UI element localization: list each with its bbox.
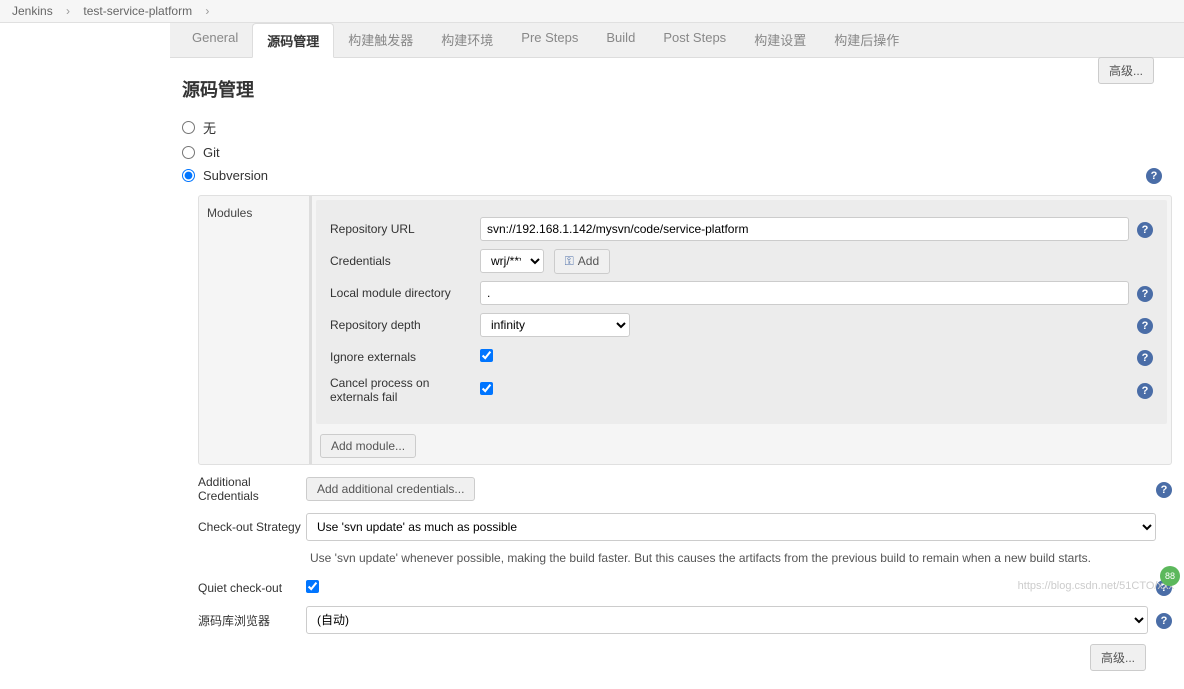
tab-build-settings[interactable]: 构建设置	[740, 23, 820, 57]
tab-pre-steps[interactable]: Pre Steps	[507, 23, 592, 57]
advanced-button-top[interactable]: 高级...	[1098, 57, 1154, 84]
credentials-label: Credentials	[330, 254, 480, 268]
modules-section: Modules Repository URL ? Credentials wrj…	[198, 195, 1172, 465]
checkout-strategy-description: Use 'svn update' whenever possible, maki…	[310, 551, 1172, 565]
section-title: 源码管理	[182, 76, 1172, 102]
credentials-select[interactable]: wrj/******	[480, 249, 544, 273]
repo-url-label: Repository URL	[330, 222, 480, 236]
scm-radio-group: 无 Git Subversion ?	[182, 116, 1172, 185]
advanced-button-bottom[interactable]: 高级...	[1090, 644, 1146, 671]
repo-browser-label: 源码库浏览器	[198, 612, 306, 629]
chevron-right-icon: ›	[205, 4, 209, 18]
tab-post-steps[interactable]: Post Steps	[649, 23, 740, 57]
help-icon[interactable]: ?	[1137, 383, 1153, 399]
checkout-strategy-select[interactable]: Use 'svn update' as much as possible	[306, 513, 1156, 541]
depth-select[interactable]: infinity	[480, 313, 630, 337]
status-badge: 88	[1160, 566, 1180, 586]
add-cred-label: Add	[578, 254, 599, 268]
tab-build[interactable]: Build	[592, 23, 649, 57]
radio-none[interactable]	[182, 121, 195, 134]
key-icon: ⚿	[565, 254, 574, 269]
help-icon[interactable]: ?	[1137, 286, 1153, 302]
radio-svn[interactable]	[182, 169, 195, 182]
config-tabs: General 源码管理 构建触发器 构建环境 Pre Steps Build …	[170, 23, 1184, 58]
add-module-button[interactable]: Add module...	[320, 434, 416, 458]
tab-build-env[interactable]: 构建环境	[427, 23, 507, 57]
scm-option-none[interactable]: 无	[182, 116, 1172, 139]
quiet-checkout-checkbox[interactable]	[306, 580, 319, 593]
help-icon[interactable]: ?	[1137, 318, 1153, 334]
ignore-externals-checkbox[interactable]	[480, 349, 493, 362]
breadcrumb-root[interactable]: Jenkins	[12, 4, 53, 18]
radio-svn-label: Subversion	[203, 168, 268, 183]
cancel-externals-checkbox[interactable]	[480, 382, 493, 395]
scm-option-svn[interactable]: Subversion ?	[182, 166, 1172, 185]
cancel-externals-label: Cancel process on externals fail	[330, 376, 480, 404]
repo-browser-select[interactable]: (自动)	[306, 606, 1148, 634]
scm-option-git[interactable]: Git	[182, 143, 1172, 162]
add-additional-credentials-button[interactable]: Add additional credentials...	[306, 477, 475, 501]
radio-git-label: Git	[203, 145, 220, 160]
tab-triggers[interactable]: 构建触发器	[334, 23, 427, 57]
checkout-strategy-label: Check-out Strategy	[198, 520, 306, 534]
local-dir-input[interactable]	[480, 281, 1129, 305]
additional-credentials-label: Additional Credentials	[198, 475, 306, 503]
radio-none-label: 无	[203, 118, 216, 137]
help-icon[interactable]: ?	[1137, 350, 1153, 366]
radio-git[interactable]	[182, 146, 195, 159]
add-credentials-button[interactable]: ⚿ Add	[554, 249, 611, 274]
tab-scm[interactable]: 源码管理	[252, 23, 334, 58]
help-icon[interactable]: ?	[1137, 222, 1153, 238]
local-dir-label: Local module directory	[330, 286, 480, 300]
repo-url-input[interactable]	[480, 217, 1129, 241]
help-icon[interactable]: ?	[1146, 168, 1162, 184]
tab-general[interactable]: General	[178, 23, 252, 57]
breadcrumb: Jenkins › test-service-platform ›	[0, 0, 1184, 23]
breadcrumb-project[interactable]: test-service-platform	[83, 4, 192, 18]
help-icon[interactable]: ?	[1156, 613, 1172, 629]
tab-post-build[interactable]: 构建后操作	[820, 23, 913, 57]
quiet-checkout-label: Quiet check-out	[198, 581, 306, 595]
depth-label: Repository depth	[330, 318, 480, 332]
help-icon[interactable]: ?	[1156, 482, 1172, 498]
chevron-right-icon: ›	[66, 4, 70, 18]
ignore-externals-label: Ignore externals	[330, 350, 480, 364]
modules-label: Modules	[199, 196, 309, 464]
